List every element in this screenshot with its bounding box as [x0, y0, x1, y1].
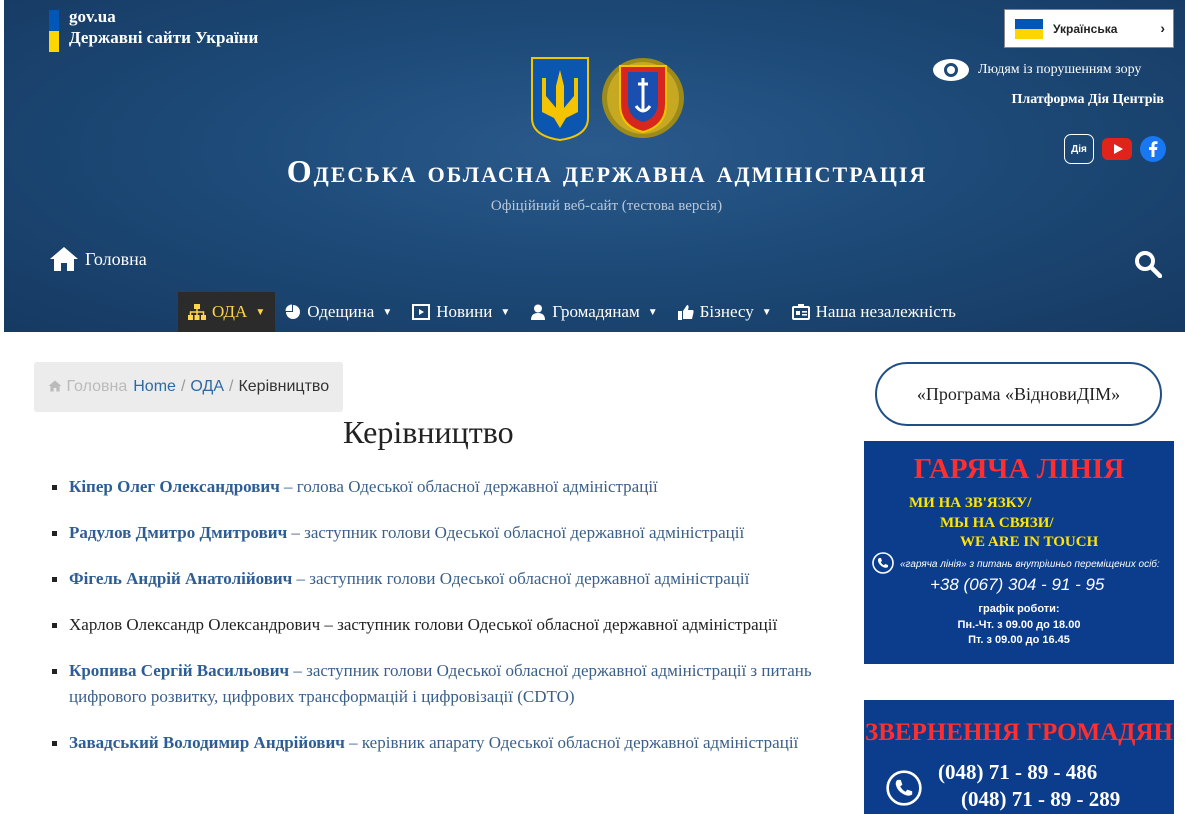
search-icon[interactable]	[1134, 250, 1162, 278]
menu-label: Одещина	[307, 302, 375, 321]
breadcrumb-separator: /	[229, 378, 234, 395]
hotline-banner[interactable]: ГАРЯЧА ЛІНІЯ МИ НА ЗВ'ЯЗКУ/ МЫ НА СВЯЗИ/…	[864, 441, 1174, 664]
leadership-list: Кіпер Олег Олександрович – голова Одеськ…	[52, 474, 822, 776]
appeals-phone-1: (048) 71 - 89 - 486	[938, 760, 1098, 784]
home-icon	[50, 247, 78, 271]
caret-down-icon: ▼	[382, 306, 393, 318]
language-selector[interactable]: Українська ›	[1004, 9, 1174, 48]
site-header: gov.ua Державні сайти України Українська…	[4, 0, 1185, 332]
caret-down-icon: ▼	[500, 306, 511, 318]
hotline-note: «гаряча лінія» з питань внутрішньо перем…	[900, 559, 1160, 570]
menu-label: Громадянам	[552, 302, 640, 321]
hotline-phone: +38 (067) 304 - 91 - 95	[930, 575, 1105, 594]
appeals-phone-2: (048) 71 - 89 - 289	[961, 787, 1121, 811]
chevron-right-icon: ›	[1160, 20, 1165, 36]
language-label: Українська	[1053, 21, 1118, 36]
leader-name-link[interactable]: Фігель Андрій Анатолійович	[69, 569, 292, 588]
menu-item-news[interactable]: Новини ▼	[402, 292, 520, 332]
sitemap-icon	[188, 304, 206, 320]
menu-item-citizens[interactable]: Громадянам ▼	[520, 292, 667, 332]
vision-impaired-link[interactable]: Людям із порушенням зору	[932, 58, 1141, 82]
phone-icon	[886, 770, 922, 806]
organization-subtitle: Офіційний веб-сайт (тестова версія)	[490, 198, 723, 214]
breadcrumb-current: Керівництво	[238, 378, 330, 395]
gov-ua-link[interactable]: gov.ua Державні сайти України	[49, 6, 258, 52]
menu-item-independence[interactable]: Наша незалежність	[782, 292, 966, 332]
gov-ua-title[interactable]: gov.ua	[69, 6, 258, 27]
leader-role: – голова Одеської обласної державної адм…	[279, 477, 658, 496]
list-item: Харлов Олександр Олександрович – заступн…	[52, 612, 822, 638]
hotline-title: ГАРЯЧА ЛІНІЯ	[913, 453, 1125, 485]
organization-title: Одеська обласна державна адміністрація	[286, 153, 928, 189]
main-menu: ОДА ▼ Одещина ▼ Новини ▼ Громадянам ▼ Бі…	[178, 292, 966, 332]
program-vidnovydim-button[interactable]: «Програма «ВідновиДІМ»	[875, 362, 1162, 426]
leader-role: – заступник голови Одеської обласної дер…	[287, 523, 745, 542]
leader-role: – керівник апарату Одеської обласної дер…	[344, 733, 799, 752]
menu-label: Наша незалежність	[815, 302, 956, 321]
menu-label: Новини	[436, 302, 493, 321]
list-item: Кіпер Олег Олександрович – голова Одеськ…	[52, 474, 822, 500]
ukraine-flag-icon	[49, 10, 59, 52]
thumbs-up-icon	[677, 304, 694, 320]
user-icon	[530, 304, 546, 320]
odesa-oblast-coat-of-arms-icon	[602, 58, 684, 138]
emblems	[530, 56, 686, 142]
leader-name-link[interactable]: Радулов Дмитро Дмитрович	[69, 523, 287, 542]
breadcrumb-home-label: Головна	[66, 378, 128, 395]
breadcrumb-link-oda[interactable]: ОДА	[190, 378, 224, 396]
list-item: Завадський Володимир Андрійович – керівн…	[52, 730, 822, 756]
hotline-schedule-weekdays: Пн.-Чт. з 09.00 до 18.00	[957, 619, 1081, 631]
leader-name-link[interactable]: Кіпер Олег Олександрович	[69, 477, 280, 496]
caret-down-icon: ▼	[761, 306, 772, 318]
leader-role: – заступник голови Одеської обласної дер…	[320, 615, 778, 634]
film-icon	[412, 304, 431, 320]
menu-item-business[interactable]: Бізнесу ▼	[668, 292, 782, 332]
list-item: Фігель Андрій Анатолійович – заступник г…	[52, 566, 822, 592]
breadcrumb: Головна Home / ОДА / Керівництво	[34, 362, 344, 412]
list-item: Кропива Сергій Васильович – заступник го…	[52, 658, 822, 710]
breadcrumb-separator: /	[180, 378, 186, 395]
id-card-icon	[791, 304, 810, 320]
ukraine-flag-icon	[1015, 18, 1043, 39]
leader-name-link[interactable]: Завадський Володимир Андрійович	[69, 733, 345, 752]
menu-item-oda[interactable]: ОДА ▼	[178, 292, 276, 332]
ukraine-coat-of-arms-icon	[531, 57, 589, 142]
home-icon	[48, 380, 62, 392]
hotline-line-1: МИ НА ЗВ'ЯЗКУ/	[909, 495, 1032, 511]
citizen-appeals-banner[interactable]: ЗВЕРНЕННЯ ГРОМАДЯН (048) 71 - 89 - 486 (…	[864, 700, 1174, 814]
breadcrumb-home[interactable]: Головна	[48, 378, 127, 396]
hotline-line-3: WE ARE IN TOUCH	[960, 534, 1099, 550]
home-link-label: Головна	[85, 248, 147, 269]
hotline-schedule-title: графік роботи:	[978, 603, 1060, 615]
menu-item-odeshchyna[interactable]: Одещина ▼	[275, 292, 402, 332]
gov-ua-subtitle[interactable]: Державні сайти України	[69, 27, 258, 48]
hotline-schedule-friday: Пт. з 09.00 до 16.45	[968, 634, 1070, 646]
vision-link-label: Людям із порушенням зору	[978, 62, 1142, 77]
home-link[interactable]: Головна	[49, 246, 147, 272]
menu-label: Бізнесу	[699, 302, 754, 321]
leader-role: – заступник голови Одеської обласної дер…	[292, 569, 750, 588]
list-item: Радулов Дмитро Дмитрович – заступник гол…	[52, 520, 822, 546]
caret-down-icon: ▼	[647, 306, 658, 318]
eye-icon	[933, 59, 969, 81]
menu-label: ОДА	[212, 302, 248, 321]
leader-name-link[interactable]: Кропива Сергій Васильович	[69, 661, 289, 680]
breadcrumb-link-home[interactable]: Home	[133, 378, 176, 396]
leader-name: Харлов Олександр Олександрович	[69, 615, 321, 634]
page-title: Керівництво	[343, 414, 514, 450]
pie-chart-icon	[285, 304, 301, 320]
phone-icon	[872, 552, 894, 574]
caret-down-icon: ▼	[255, 306, 266, 318]
hotline-line-2: МЫ НА СВЯЗИ/	[940, 515, 1054, 531]
platform-diia-link[interactable]: Платформа Дія Центрів	[1011, 92, 1164, 108]
appeals-title: ЗВЕРНЕННЯ ГРОМАДЯН	[865, 719, 1173, 746]
